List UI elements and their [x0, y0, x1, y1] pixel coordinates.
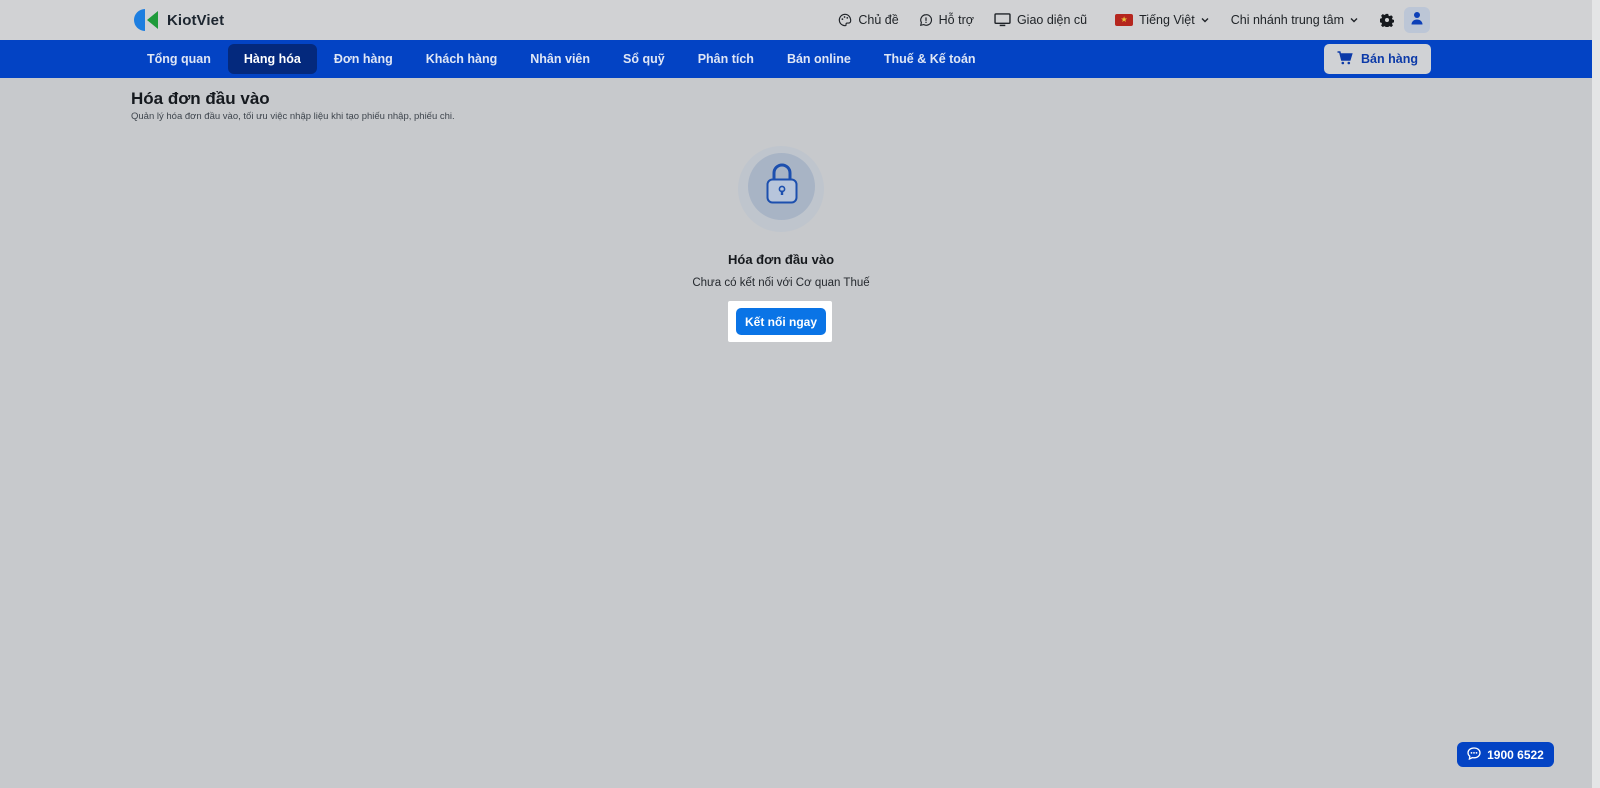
- chevron-down-icon: [1201, 17, 1209, 23]
- nav-item-don-hang[interactable]: Đơn hàng: [318, 44, 409, 74]
- support-label: Hỗ trợ: [938, 13, 974, 27]
- nav-item-khach-hang[interactable]: Khách hàng: [410, 44, 514, 74]
- user-icon: [1410, 11, 1424, 30]
- connect-now-button[interactable]: Kết nối ngay: [736, 308, 826, 335]
- old-ui-label: Giao diện cũ: [1016, 13, 1088, 27]
- language-selector[interactable]: ★ Tiếng Việt: [1115, 13, 1209, 27]
- chat-icon: [919, 13, 933, 27]
- nav-items: Tổng quan Hàng hóa Đơn hàng Khách hàng N…: [131, 44, 993, 74]
- kiotviet-logo-icon: [132, 6, 160, 34]
- lock-badge: [748, 153, 815, 220]
- branch-selector[interactable]: Chi nhánh trung tâm: [1231, 13, 1358, 27]
- brand-name: KiotViet: [167, 11, 225, 29]
- nav-item-thue-ke-toan[interactable]: Thuế & Kế toán: [868, 44, 992, 74]
- hotline-number: 1900 6522: [1487, 747, 1544, 762]
- account-avatar[interactable]: [1404, 7, 1430, 33]
- cart-icon: [1337, 50, 1353, 68]
- sell-label: Bán hàng: [1361, 52, 1418, 66]
- nav-item-hang-hoa[interactable]: Hàng hóa: [227, 44, 317, 74]
- nav-item-ban-online[interactable]: Bán online: [771, 44, 867, 74]
- sell-button[interactable]: Bán hàng: [1324, 44, 1431, 74]
- nav-item-tong-quan[interactable]: Tổng quan: [131, 44, 227, 74]
- empty-state-title: Hóa đơn đầu vào: [727, 252, 835, 267]
- palette-icon: [838, 13, 852, 27]
- language-label: Tiếng Việt: [1139, 13, 1195, 27]
- nav-item-nhan-vien[interactable]: Nhân viên: [514, 44, 606, 74]
- gear-icon: [1380, 13, 1394, 27]
- scrollbar-track[interactable]: [1592, 0, 1600, 788]
- chevron-down-icon: [1350, 17, 1358, 23]
- page-subtitle: Quản lý hóa đơn đầu vào, tối ưu việc nhậ…: [131, 111, 455, 122]
- old-ui-button[interactable]: Giao diện cũ: [994, 13, 1087, 27]
- monitor-icon: [994, 13, 1011, 27]
- brand-logo[interactable]: KiotViet: [132, 6, 224, 34]
- support-button[interactable]: Hỗ trợ: [919, 13, 974, 27]
- theme-label: Chủ đề: [858, 13, 899, 27]
- vietnam-flag-icon: ★: [1115, 14, 1134, 26]
- hotline-button[interactable]: 1900 6522: [1457, 742, 1554, 767]
- branch-label: Chi nhánh trung tâm: [1230, 13, 1344, 27]
- theme-button[interactable]: Chủ đề: [838, 13, 899, 27]
- page-title: Hóa đơn đầu vào: [131, 89, 270, 108]
- lock-icon: [765, 163, 799, 210]
- chat-bubble-icon: [1467, 746, 1481, 763]
- top-bar: KiotViet Chủ đề Hỗ trợ Giao diện cũ ★ Ti…: [0, 0, 1592, 40]
- nav-item-so-quy[interactable]: Sổ quỹ: [607, 44, 681, 74]
- nav-item-phan-tich[interactable]: Phân tích: [682, 44, 770, 74]
- settings-button[interactable]: [1380, 13, 1394, 27]
- top-actions: Chủ đề Hỗ trợ Giao diện cũ ★ Tiếng Việt …: [838, 0, 1430, 40]
- empty-state-description: Chưa có kết nối với Cơ quan Thuế: [692, 277, 870, 289]
- main-nav: Tổng quan Hàng hóa Đơn hàng Khách hàng N…: [0, 40, 1592, 78]
